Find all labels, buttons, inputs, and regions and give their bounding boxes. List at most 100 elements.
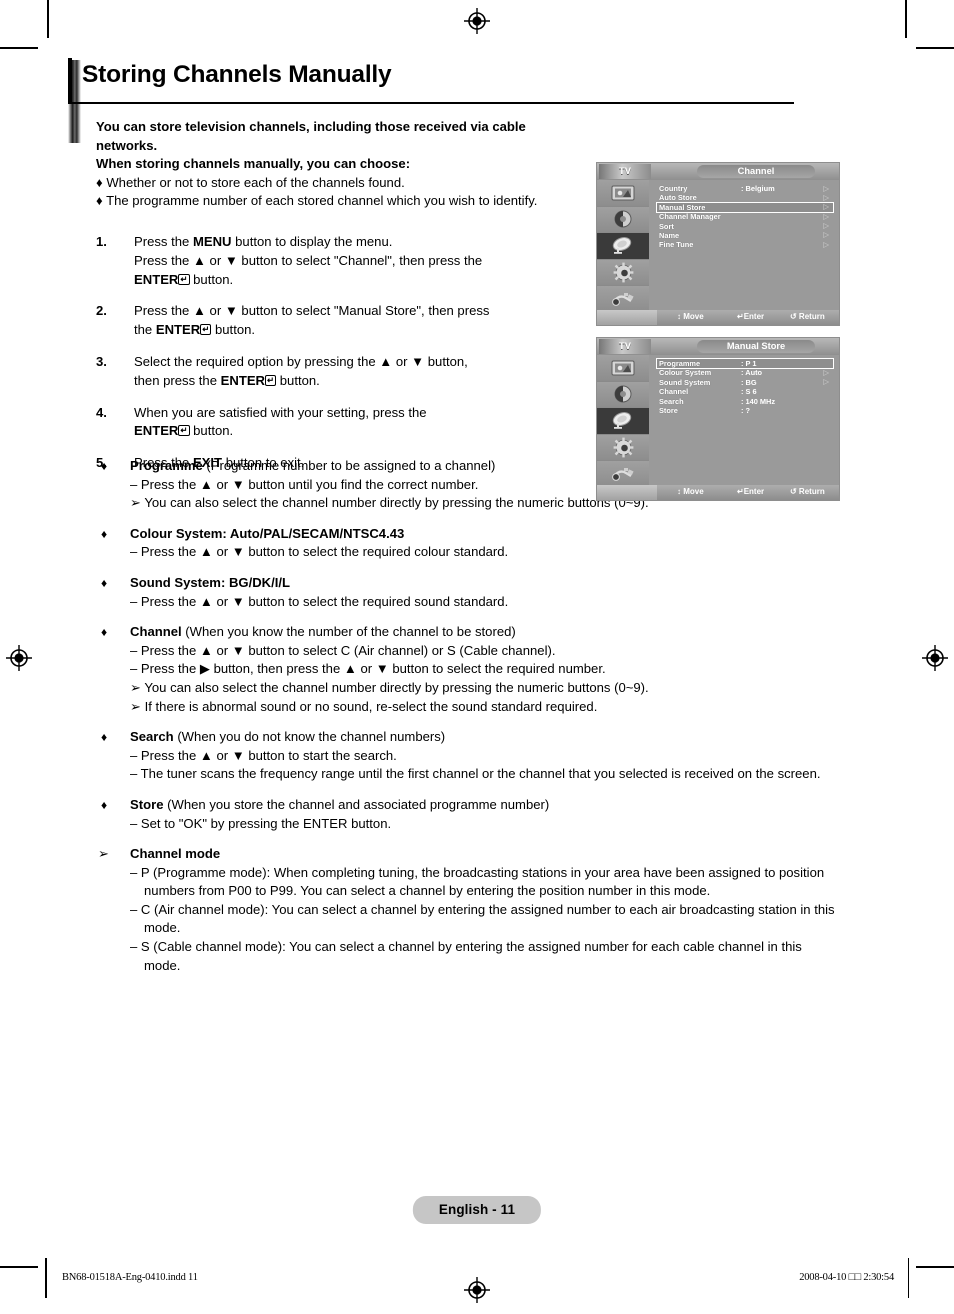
option-heading-note: (When you do not know the channel number… (173, 729, 446, 745)
osd-menu-row[interactable]: Sort ▷ (657, 221, 833, 231)
title-block: Storing Channels Manually (68, 58, 794, 104)
registration-mark-top (464, 8, 490, 34)
diamond-bullet-icon: ♦ (101, 459, 108, 473)
option-heading-term: Search (130, 729, 174, 745)
osd-channel-title: Channel (697, 165, 815, 178)
sound-icon[interactable] (597, 206, 649, 234)
osd-menu-row[interactable]: Channel Manager ▷ (657, 212, 833, 222)
step-3-number: 3. (96, 353, 107, 369)
osd-row-label: Name (659, 230, 680, 240)
osd-menu-row[interactable]: Fine Tune ▷ (657, 239, 833, 250)
osd-menu-row[interactable]: Country: Belgium ▷ (657, 184, 833, 194)
diamond-bullet-icon: ♦ (101, 797, 108, 812)
diamond-bullet-icon: ♦ (101, 575, 108, 590)
chevron-right-icon: ▷ (823, 202, 829, 212)
option-heading-term: Programme (130, 458, 203, 473)
input-plug-icon[interactable] (597, 461, 649, 488)
osd-row-label: Manual Store (659, 202, 706, 212)
osd-row-label: Sort (659, 221, 674, 231)
diamond-bullet-icon: ♦ (101, 730, 108, 745)
osd-menu-row[interactable]: Manual Store ▷ (656, 201, 834, 214)
osd-row-value: : Auto (741, 368, 763, 378)
osd-channel-titlebar: TV Channel (597, 163, 839, 180)
osd-menu-row[interactable]: Sound System: BG ▷ (657, 377, 833, 387)
chevron-right-icon: ▷ (823, 377, 829, 387)
osd-channel-footer-move[interactable]: ↕ Move (677, 312, 704, 321)
diamond-bullet-icon: ♦ (101, 526, 108, 541)
osd-manual-footer-tab (597, 485, 657, 500)
diamond-bullet-icon: ♦ (101, 625, 108, 640)
setup-gear-icon[interactable] (597, 259, 649, 287)
osd-menu-row[interactable]: Name ▷ (657, 230, 833, 240)
option-heading: Channel (When you know the number of the… (130, 623, 836, 642)
option-block: ♦ Colour System: Auto/PAL/SECAM/NTSC4.43 –… (96, 525, 836, 562)
menu-button-keyword: MENU (192, 234, 232, 249)
option-note-line: ➢ You can also select the channel number… (130, 679, 649, 695)
osd-menu-row[interactable]: Programme: P 1 (656, 357, 834, 370)
page-number-badge: English - 11 (412, 1196, 542, 1224)
option-heading: Sound System: BG/DK/I/L (130, 574, 836, 593)
osd-manual-footer-move[interactable]: ↕ Move (677, 487, 704, 496)
step-3: 3. Select the required option by pressin… (96, 353, 548, 391)
osd-menu-row[interactable]: Colour System : Auto ▷ (657, 367, 833, 378)
osd-row-label: Fine Tune (659, 240, 694, 250)
option-sub-line: – Press the ▲ or ▼ button to select the … (130, 593, 509, 609)
chevron-right-icon: ▷ (823, 367, 829, 377)
option-heading-note: (Programme number to be assigned to a ch… (202, 458, 496, 473)
picture-icon[interactable] (597, 180, 649, 207)
osd-row-label: Channel Manager (659, 212, 721, 222)
enter-key-icon: ↵ (178, 425, 190, 437)
osd-menu-row[interactable]: Store: ? (657, 406, 833, 415)
setup-gear-icon[interactable] (597, 434, 649, 462)
osd-menu-row[interactable]: Search: 140 MHz (657, 397, 833, 406)
crop-mark-top-right-h (916, 47, 954, 49)
intro-line-1: You can store television channels, inclu… (96, 119, 526, 153)
option-heading-term: Channel mode (130, 846, 221, 862)
sound-icon[interactable] (597, 381, 649, 409)
intro-bullet-1: ♦ Whether or not to store each of the ch… (96, 174, 405, 190)
option-sub-line: – Press the ▲ or ▼ button to select the … (130, 544, 509, 560)
step-1: 1. Press the MENU button to display the … (96, 233, 548, 289)
intro-block: You can store television channels, inclu… (96, 118, 542, 211)
registration-mark-left (6, 645, 32, 671)
channel-dish-icon[interactable] (597, 233, 649, 260)
steps-list: 1. Press the MENU button to display the … (96, 233, 548, 486)
osd-manual-rows: Programme: P 1 Colour System: Auto ▷ Sound … (656, 357, 834, 415)
osd-row-value: : P 1 (741, 359, 757, 368)
osd-manual-footer-return[interactable]: ↺ Return (790, 487, 825, 496)
osd-menu-row[interactable]: Channel: S 6 (657, 387, 833, 396)
slug-filename: BN68-01518A-Eng-0410.indd 11 (62, 1272, 198, 1283)
step-1-text: Press the MENU button to display the men… (134, 234, 483, 287)
osd-menu-row[interactable]: Auto Store ▷ (657, 193, 833, 203)
picture-icon[interactable] (597, 355, 649, 382)
osd-row-label: Sound System (659, 377, 711, 387)
note-arrow-icon: ➢ (98, 846, 109, 862)
option-sub-line: – Press the ▶ button, then press the ▲ o… (130, 661, 606, 677)
crop-mark-bottom-left-h (0, 1266, 38, 1268)
step-1-number: 1. (96, 234, 107, 249)
osd-row-value: : ? (741, 405, 751, 415)
input-plug-icon[interactable] (597, 286, 649, 313)
step-2: 2. Press the ▲ or ▼ button to select "Ma… (96, 302, 548, 340)
osd-channel-footer-return[interactable]: ↺ Return (790, 312, 825, 321)
osd-row-label: Colour System (659, 368, 712, 378)
option-heading-term: Colour System: Auto/PAL/SECAM/NTSC4.43 (130, 525, 405, 541)
osd-manual-footer-enter[interactable]: ↵Enter (737, 487, 764, 496)
osd-manual-title: Manual Store (697, 340, 815, 353)
options-bullet-list: ♦ Programme (Programme number to be assig… (96, 457, 836, 987)
option-sub-line: – C (Air channel mode): You can select a… (130, 901, 835, 936)
osd-channel-footer-enter[interactable]: ↵Enter (737, 312, 764, 321)
option-sub-line: – Press the ▲ or ▼ button to select C (A… (130, 642, 556, 658)
step-4: 4. When you are satisfied with your sett… (96, 404, 548, 442)
option-sub-line: – Set to "OK" by pressing the ENTER butt… (130, 815, 392, 831)
chevron-right-icon: ▷ (823, 239, 829, 249)
chevron-right-icon: ▷ (823, 230, 829, 240)
osd-row-value: : Belgium (741, 184, 775, 193)
crop-mark-top-left-h (0, 47, 38, 49)
option-heading: Channel mode (130, 845, 836, 864)
osd-row-label: Auto Store (659, 193, 697, 203)
osd-row-label: Country (659, 184, 688, 193)
enter-key-icon: ↵ (265, 374, 277, 386)
channel-dish-icon[interactable] (597, 408, 649, 435)
registration-mark-right (922, 645, 948, 671)
